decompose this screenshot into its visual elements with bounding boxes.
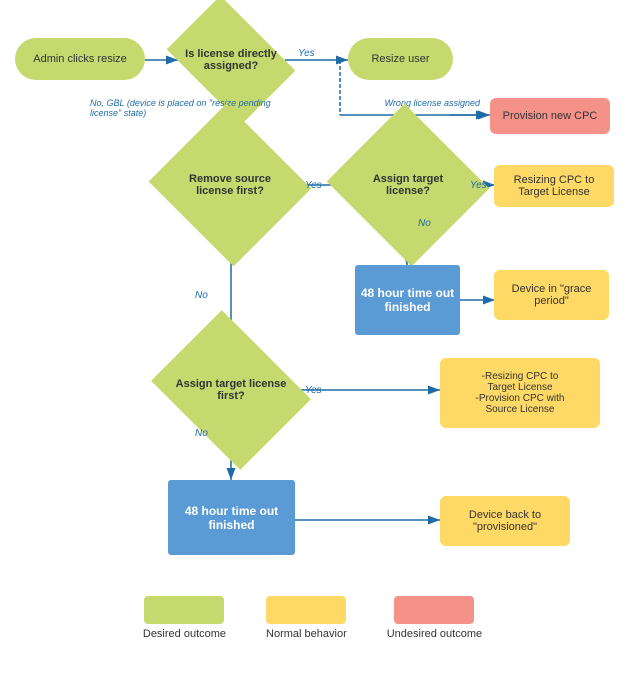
resizing-cpc-target: Resizing CPC to Target License: [494, 165, 614, 207]
yes4-label: Yes: [305, 385, 322, 396]
diamond-remove-source: Remove source license first?: [149, 104, 312, 267]
yes3-label: Yes: [470, 180, 487, 191]
diamond3-label: Assign target license?: [373, 173, 443, 197]
yes2-label: Yes: [305, 180, 322, 191]
legend-normal-label: Normal behavior: [266, 628, 347, 640]
legend-desired: Desired outcome: [143, 596, 226, 640]
diamond-assign-target: Assign target license?: [327, 104, 490, 267]
provisioned-label: Device back to "provisioned": [448, 509, 562, 533]
blue-rect1-label: 48 hour time out finished: [355, 286, 460, 314]
resizing-cpc2-label: -Resizing CPC to Target License -Provisi…: [476, 371, 565, 415]
diamond4-label: Assign target license first?: [176, 378, 287, 402]
grace-period: Device in "grace period": [494, 270, 609, 320]
legend-desired-label: Desired outcome: [143, 628, 226, 640]
no-gbl-label: No, GBL (device is placed on "resize pen…: [90, 98, 290, 118]
no2-label: No: [195, 290, 208, 301]
resize-user-label: Resize user: [371, 53, 429, 65]
no1-label: No: [418, 218, 431, 229]
provision-cpc-label: Provision new CPC: [503, 110, 598, 122]
resizing-cpc-provision: -Resizing CPC to Target License -Provisi…: [440, 358, 600, 428]
legend-desired-box: [144, 596, 224, 624]
diamond1-label: Is license directly assigned?: [185, 48, 277, 72]
diamond2-label: Remove source license first?: [189, 173, 271, 197]
legend-normal-box: [266, 596, 346, 624]
device-provisioned: Device back to "provisioned": [440, 496, 570, 546]
legend-undesired: Undesired outcome: [387, 596, 482, 640]
grace-period-label: Device in "grace period": [502, 283, 601, 307]
legend: Desired outcome Normal behavior Undesire…: [0, 596, 625, 640]
admin-label: Admin clicks resize: [33, 53, 127, 65]
blue-rect-1: 48 hour time out finished: [355, 265, 460, 335]
legend-normal: Normal behavior: [266, 596, 347, 640]
legend-undesired-label: Undesired outcome: [387, 628, 482, 640]
resizing-cpc1-label: Resizing CPC to Target License: [502, 174, 606, 198]
legend-undesired-box: [394, 596, 474, 624]
admin-pill: Admin clicks resize: [15, 38, 145, 80]
provision-new-cpc: Provision new CPC: [490, 98, 610, 134]
blue-rect2-label: 48 hour time out finished: [168, 504, 295, 532]
resize-user-pill: Resize user: [348, 38, 453, 80]
diamond-assign-first: Assign target license first?: [151, 310, 311, 470]
yes1-label: Yes: [298, 48, 315, 59]
blue-rect-2: 48 hour time out finished: [168, 480, 295, 555]
no3-label: No: [195, 428, 208, 439]
